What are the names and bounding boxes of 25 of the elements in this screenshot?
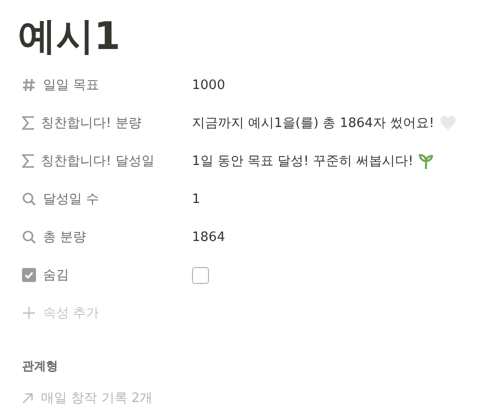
property-value: 1일 동안 목표 달성! 꾸준히 써봅시다! — [192, 153, 414, 170]
property-value: 1 — [192, 192, 200, 206]
hash-icon — [22, 78, 36, 92]
page-title: 예시1 — [18, 14, 122, 58]
checkbox-icon — [22, 268, 36, 282]
sigma-icon — [22, 116, 34, 130]
sprout-icon — [419, 153, 434, 169]
sigma-icon — [22, 154, 34, 168]
property-label: 달성일 수 — [43, 191, 100, 208]
property-label: 총 분량 — [43, 229, 86, 246]
property-label: 일일 목표 — [43, 77, 100, 94]
section-heading: 관계형 — [21, 358, 59, 375]
search-icon — [22, 192, 36, 206]
arrow-icon — [22, 392, 33, 404]
property-value: 1864 — [192, 230, 226, 244]
checkbox[interactable] — [192, 266, 209, 284]
property-label: 칭찬합니다! 달성일 — [41, 153, 154, 170]
property-label: 숨김 — [43, 267, 69, 284]
search-icon — [22, 230, 36, 244]
add-property-button[interactable]: 속성 추가 — [18, 294, 462, 332]
relation-link[interactable]: 매일 창작 기록 2개 — [18, 389, 462, 407]
property-label: 칭찬합니다! 분량 — [41, 115, 142, 132]
plus-icon — [22, 306, 36, 320]
property-value: 지금까지 예시1을(를) 총 1864자 썼어요! — [192, 115, 434, 132]
property-value: 1000 — [192, 78, 226, 92]
